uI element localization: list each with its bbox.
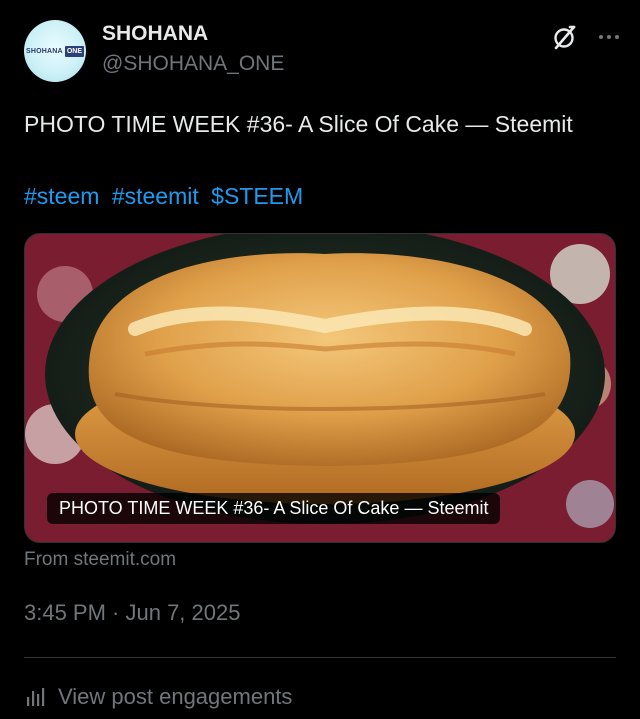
hashtag-steem[interactable]: #steem [24,183,99,209]
author-display-name[interactable]: SHOHANA [102,22,208,46]
avatar[interactable]: SHOHANA ONE [24,20,86,82]
bar-chart-icon [27,688,45,706]
post-text: PHOTO TIME WEEK #36- A Slice Of Cake — S… [24,111,573,137]
divider [24,657,616,658]
engagements-label: View post engagements [58,684,293,709]
author-handle[interactable]: @SHOHANA_ONE [102,52,284,76]
link-preview-card[interactable]: PHOTO TIME WEEK #36- A Slice Of Cake — S… [24,233,616,543]
hashtag-steemit[interactable]: #steemit [112,183,199,209]
card-source[interactable]: From steemit.com [24,549,176,571]
hashtag-row: #steem #steemit $STEEM [24,178,309,214]
card-title: PHOTO TIME WEEK #36- A Slice Of Cake — S… [47,493,501,524]
cashtag-steem[interactable]: $STEEM [211,183,303,209]
view-engagements-button[interactable]: View post engagements [24,684,292,710]
avatar-badge: ONE [64,45,84,57]
grok-icon[interactable] [550,24,578,52]
post-header: SHOHANA ONE SHOHANA @SHOHANA_ONE [24,16,622,88]
post-timestamp[interactable]: 3:45 PM · Jun 7, 2025 [24,600,240,626]
avatar-text: SHOHANA [26,47,63,55]
more-options-icon[interactable] [596,24,622,50]
